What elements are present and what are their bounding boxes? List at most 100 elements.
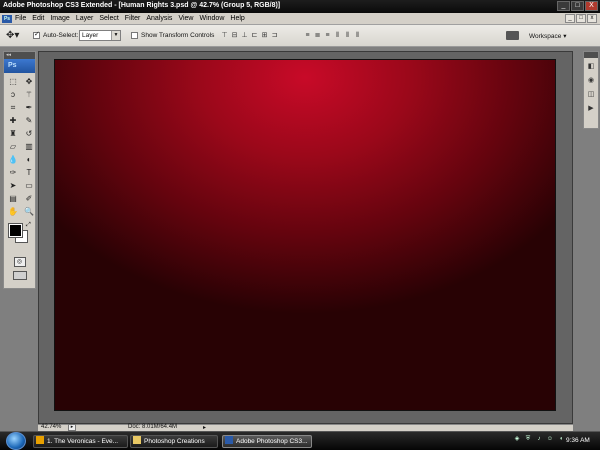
- menu-window[interactable]: Window: [199, 15, 224, 22]
- minimize-button[interactable]: _: [557, 1, 570, 11]
- distribute-hcenter-icon[interactable]: ⦀: [343, 31, 352, 40]
- clock[interactable]: 9:36 AM: [566, 437, 590, 444]
- notes-icon[interactable]: ▤: [6, 193, 20, 204]
- photoshop-icon: [225, 436, 233, 444]
- photoshop-logo[interactable]: Ps: [4, 59, 35, 73]
- foreground-color-swatch[interactable]: [8, 223, 23, 238]
- type-icon[interactable]: T: [22, 167, 36, 178]
- hand-icon[interactable]: ✋: [6, 206, 20, 217]
- menu-view[interactable]: View: [178, 15, 193, 22]
- taskbar-item-folder[interactable]: Photoshop Creations: [130, 435, 218, 448]
- menu-select[interactable]: Select: [99, 15, 118, 22]
- app-icon[interactable]: Ps: [2, 15, 12, 23]
- actions-panel-icon[interactable]: ▶: [586, 104, 596, 114]
- history-brush-icon[interactable]: ↺: [22, 128, 36, 139]
- blur-icon[interactable]: 💧: [6, 154, 20, 165]
- taskbar-item-label: 1. The Veronicas - Eve...: [47, 438, 119, 445]
- pen-icon[interactable]: ✑: [6, 167, 20, 178]
- zoom-level[interactable]: 42.74%: [41, 424, 61, 430]
- volume-icon[interactable]: ♪: [535, 435, 543, 444]
- taskbar-item-photoshop[interactable]: Adobe Photoshop CS3...: [222, 435, 312, 448]
- distribute-right-icon[interactable]: ⦀: [353, 31, 362, 40]
- menu-layer[interactable]: Layer: [76, 15, 94, 22]
- workspace-menu[interactable]: Workspace ▾: [529, 32, 566, 40]
- speaker-icon[interactable]: ◖: [557, 435, 565, 444]
- channels-panel-icon[interactable]: ◉: [586, 76, 596, 86]
- lasso-icon[interactable]: ↄ: [6, 89, 20, 100]
- color-swatches: ⤢: [4, 222, 35, 254]
- auto-select-value: Layer: [82, 32, 99, 39]
- show-transform-checkbox[interactable]: [131, 32, 138, 39]
- move-tool-preset-icon[interactable]: ✥▾: [6, 30, 19, 41]
- auto-select-dropdown[interactable]: Layer ▼: [79, 30, 121, 41]
- path-select-icon[interactable]: ➤: [6, 180, 20, 191]
- window-title: Adobe Photoshop CS3 Extended - [Human Ri…: [3, 2, 281, 9]
- messenger-icon[interactable]: ☺: [546, 435, 554, 444]
- layers-panel-icon[interactable]: ◧: [586, 62, 596, 72]
- shape-icon[interactable]: ▭: [22, 180, 36, 191]
- align-right-icon[interactable]: ⊐: [270, 31, 279, 40]
- doc-close-button[interactable]: x: [587, 14, 597, 23]
- document-controls: _ □ x: [565, 14, 597, 23]
- distribute-buttons: ≡ ≣ ≡ ⦀ ⦀ ⦀: [303, 31, 362, 40]
- taskbar-item-label: Adobe Photoshop CS3...: [236, 438, 308, 445]
- dodge-icon[interactable]: ◐: [22, 154, 36, 165]
- doc-minimize-button[interactable]: _: [565, 14, 575, 23]
- menu-image[interactable]: Image: [50, 15, 69, 22]
- move-icon[interactable]: ✥: [22, 76, 36, 87]
- close-button[interactable]: X: [585, 1, 598, 11]
- media-player-icon: [36, 436, 44, 444]
- magic-wand-icon[interactable]: ⚚: [22, 89, 36, 100]
- brush-icon[interactable]: ✎: [22, 115, 36, 126]
- title-bar: Adobe Photoshop CS3 Extended - [Human Ri…: [0, 0, 600, 13]
- healing-icon[interactable]: ✚: [6, 115, 20, 126]
- system-tray: ◈ ⛨ ♪ ☺ ◖: [513, 435, 565, 444]
- eyedropper-icon[interactable]: ✒: [22, 102, 36, 113]
- tools-panel: ◂◂ Ps ⬚ ✥ ↄ ⚚ ⌗ ✒ ✚ ✎ ♜ ↺ ▱ ▥ 💧 ◐ ✑ T ➤ …: [3, 51, 36, 289]
- distribute-left-icon[interactable]: ⦀: [333, 31, 342, 40]
- auto-select-checkbox[interactable]: [33, 30, 40, 39]
- zoom-icon[interactable]: 🔍: [22, 206, 36, 217]
- menu-filter[interactable]: Filter: [125, 15, 141, 22]
- align-top-icon[interactable]: ⊤: [220, 31, 229, 40]
- eraser-icon[interactable]: ▱: [6, 141, 20, 152]
- chevron-down-icon: ▼: [111, 31, 120, 40]
- document-canvas[interactable]: [54, 59, 556, 411]
- menu-bar: Ps File Edit Image Layer Select Filter A…: [0, 13, 600, 25]
- doc-size: Doc: 8.01M/64.4M: [128, 424, 178, 430]
- distribute-top-icon[interactable]: ≡: [303, 31, 312, 40]
- paths-panel-icon[interactable]: ◫: [586, 90, 596, 100]
- taskbar-item-label: Photoshop Creations: [144, 438, 205, 445]
- menu-analysis[interactable]: Analysis: [146, 15, 172, 22]
- status-menu-arrow-icon[interactable]: ▸: [203, 424, 206, 431]
- navigator-icon[interactable]: ▸: [68, 424, 76, 431]
- gradient-icon[interactable]: ▥: [22, 141, 36, 152]
- align-hcenter-icon[interactable]: ⊞: [260, 31, 269, 40]
- swap-colors-icon[interactable]: ⤢: [26, 222, 31, 229]
- eyedropper2-icon[interactable]: ✐: [22, 193, 36, 204]
- menu-file[interactable]: File: [15, 15, 26, 22]
- stamp-icon[interactable]: ♜: [6, 128, 20, 139]
- menu-edit[interactable]: Edit: [32, 15, 44, 22]
- align-vcenter-icon[interactable]: ⊟: [230, 31, 239, 40]
- crop-icon[interactable]: ⌗: [6, 102, 20, 113]
- panel-dock: ◧ ◉ ◫ ▶: [583, 51, 599, 129]
- window-controls: _ □ X: [557, 1, 598, 11]
- doc-restore-button[interactable]: □: [576, 14, 586, 23]
- shield-icon[interactable]: ⛨: [524, 435, 532, 444]
- camera-icon[interactable]: [506, 31, 519, 40]
- taskbar-item-media[interactable]: 1. The Veronicas - Eve...: [33, 435, 128, 448]
- dock-grip[interactable]: [584, 52, 598, 58]
- start-button[interactable]: [6, 432, 26, 450]
- align-left-icon[interactable]: ⊏: [250, 31, 259, 40]
- maximize-button[interactable]: □: [571, 1, 584, 11]
- distribute-bottom-icon[interactable]: ≡: [323, 31, 332, 40]
- menu-help[interactable]: Help: [230, 15, 244, 22]
- panel-grip[interactable]: ◂◂: [4, 52, 35, 59]
- network-icon[interactable]: ◈: [513, 435, 521, 444]
- screen-mode-icon[interactable]: [12, 271, 27, 280]
- distribute-vcenter-icon[interactable]: ≣: [313, 31, 322, 40]
- quick-mask-icon[interactable]: ◎: [13, 257, 26, 267]
- marquee-icon[interactable]: ⬚: [6, 76, 20, 87]
- align-bottom-icon[interactable]: ⊥: [240, 31, 249, 40]
